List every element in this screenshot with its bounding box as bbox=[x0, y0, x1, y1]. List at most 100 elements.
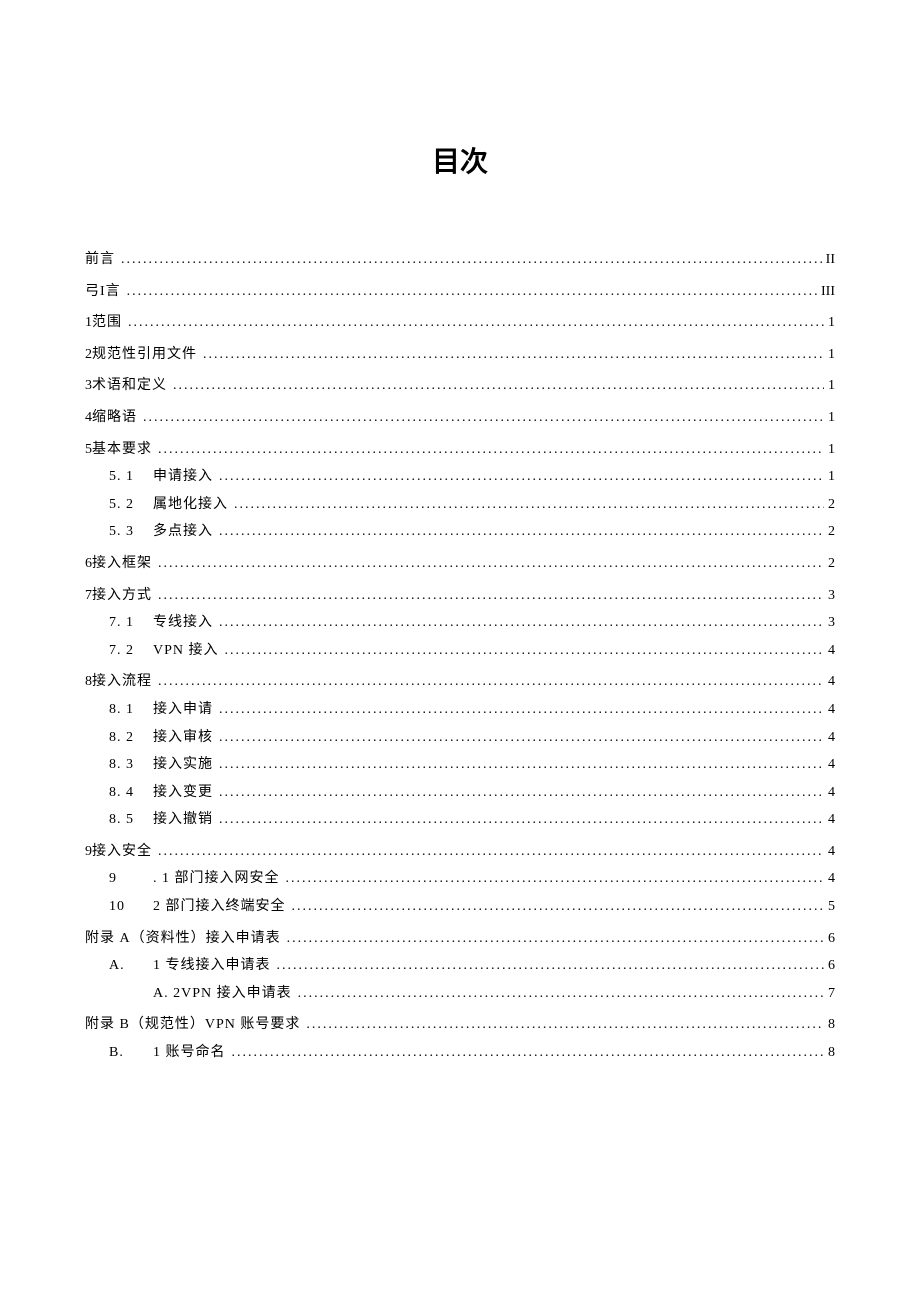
toc-entry-number: B. bbox=[109, 1043, 153, 1063]
toc-entry-label: 接入实施 bbox=[153, 755, 219, 775]
toc-entry-label: 申请接入 bbox=[153, 467, 219, 487]
toc-entry-label: 范围 bbox=[92, 313, 128, 333]
toc-entry-number: 6 bbox=[85, 554, 92, 574]
toc-entry-page: 4 bbox=[824, 783, 835, 803]
toc-entry-page: 4 bbox=[824, 641, 835, 661]
toc-entry: 9 . 1 部门接入网安全 4 bbox=[85, 869, 835, 889]
toc-entry-label: 附录 A（资料性）接入申请表 bbox=[85, 929, 287, 949]
toc-entry-label: 规范性引用文件 bbox=[92, 345, 203, 365]
document-page: 目次 前言 II弓I言 III1 范围 12 规范性引用文件 13 术语和定义 … bbox=[0, 0, 920, 1063]
toc-entry-label: 1 账号命名 bbox=[153, 1043, 232, 1063]
toc-dots-leader bbox=[219, 783, 824, 803]
toc-entry-page: 1 bbox=[824, 376, 835, 396]
toc-entry-label: 接入框架 bbox=[92, 554, 158, 574]
toc-entry-number: 3 bbox=[85, 376, 92, 396]
toc-entry-page: 2 bbox=[824, 522, 835, 542]
toc-entry-number: 4 bbox=[85, 408, 92, 428]
toc-entry: 8. 5 接入撤销 4 bbox=[85, 810, 835, 830]
toc-entry-number: 9 bbox=[85, 842, 92, 862]
page-title: 目次 bbox=[85, 140, 835, 180]
toc-entry-label: 多点接入 bbox=[153, 522, 219, 542]
toc-entry: 6 接入框架 2 bbox=[85, 554, 835, 574]
toc-entry-page: 7 bbox=[824, 984, 835, 1004]
toc-entry: 8 接入流程 4 bbox=[85, 672, 835, 692]
toc-dots-leader bbox=[128, 313, 824, 333]
toc-entry-label: 附录 B（规范性）VPN 账号要求 bbox=[85, 1015, 306, 1035]
toc-entry-label: VPN 接入 bbox=[153, 641, 225, 661]
toc-dots-leader bbox=[158, 586, 824, 606]
toc-entry: 附录 B（规范性）VPN 账号要求 8 bbox=[85, 1015, 835, 1035]
toc-entry-number: 8. 2 bbox=[109, 728, 153, 748]
toc-dots-leader bbox=[286, 869, 825, 889]
toc-entry: 7 接入方式 3 bbox=[85, 586, 835, 606]
toc-entry: A. 1 专线接入申请表 6 bbox=[85, 956, 835, 976]
toc-entry-label: 缩略语 bbox=[92, 408, 143, 428]
toc-entry: 10 2 部门接入终端安全 5 bbox=[85, 897, 835, 917]
toc-dots-leader bbox=[127, 282, 817, 302]
toc-dots-leader bbox=[219, 728, 824, 748]
toc-entry-number: 9 bbox=[109, 869, 153, 889]
toc-entry-number: 2 bbox=[85, 345, 92, 365]
toc-dots-leader bbox=[158, 672, 824, 692]
toc-entry: 4 缩略语 1 bbox=[85, 408, 835, 428]
toc-entry-page: 1 bbox=[824, 440, 835, 460]
toc-entry: B. 1 账号命名 8 bbox=[85, 1043, 835, 1063]
toc-entry-label: 接入撤销 bbox=[153, 810, 219, 830]
toc-entry: 7. 2 VPN 接入 4 bbox=[85, 641, 835, 661]
toc-entry-page: 5 bbox=[824, 897, 835, 917]
toc-entry-label: 弓I言 bbox=[85, 282, 127, 302]
toc-entry-number: A. bbox=[109, 956, 153, 976]
toc-entry-label: 接入流程 bbox=[92, 672, 158, 692]
toc-entry: 9 接入安全 4 bbox=[85, 842, 835, 862]
toc-entry-page: 4 bbox=[824, 869, 835, 889]
toc-entry-label: 2 部门接入终端安全 bbox=[153, 897, 292, 917]
toc-entry-page: 6 bbox=[824, 956, 835, 976]
toc-entry: 8. 1 接入申请 4 bbox=[85, 700, 835, 720]
toc-entry-number: 1 bbox=[85, 313, 92, 333]
toc-entry: 5. 1 申请接入 1 bbox=[85, 467, 835, 487]
toc-dots-leader bbox=[158, 554, 824, 574]
toc-entry-number: 8. 3 bbox=[109, 755, 153, 775]
toc-entry-page: 2 bbox=[824, 495, 835, 515]
toc-dots-leader bbox=[219, 613, 824, 633]
toc-dots-leader bbox=[219, 467, 824, 487]
toc-entry-label: 术语和定义 bbox=[92, 376, 173, 396]
toc-dots-leader bbox=[173, 376, 824, 396]
toc-entry-number: 8. 1 bbox=[109, 700, 153, 720]
toc-entry-page: 4 bbox=[824, 810, 835, 830]
toc-entry-number: 8. 4 bbox=[109, 783, 153, 803]
toc-entry-label: 1 专线接入申请表 bbox=[153, 956, 277, 976]
toc-entry-number: 5. 1 bbox=[109, 467, 153, 487]
toc-entry-number: 10 bbox=[109, 897, 153, 917]
toc-entry-page: 8 bbox=[824, 1015, 835, 1035]
toc-entry-number: 8 bbox=[85, 672, 92, 692]
toc-dots-leader bbox=[158, 440, 824, 460]
toc-dots-leader bbox=[277, 956, 825, 976]
toc-entry: 3 术语和定义 1 bbox=[85, 376, 835, 396]
toc-entry-label: 接入申请 bbox=[153, 700, 219, 720]
toc-entry: 8. 3 接入实施 4 bbox=[85, 755, 835, 775]
toc-dots-leader bbox=[225, 641, 824, 661]
toc-entry: 2 规范性引用文件 1 bbox=[85, 345, 835, 365]
toc-entry-page: 1 bbox=[824, 345, 835, 365]
table-of-contents: 前言 II弓I言 III1 范围 12 规范性引用文件 13 术语和定义 14 … bbox=[85, 250, 835, 1063]
toc-entry-page: 4 bbox=[824, 672, 835, 692]
toc-entry-label: 专线接入 bbox=[153, 613, 219, 633]
toc-entry-label: . 1 部门接入网安全 bbox=[153, 869, 286, 889]
toc-entry: 8. 2 接入审核 4 bbox=[85, 728, 835, 748]
toc-entry-page: 4 bbox=[824, 700, 835, 720]
toc-dots-leader bbox=[298, 984, 824, 1004]
toc-entry-label: 基本要求 bbox=[92, 440, 158, 460]
toc-entry-page: 3 bbox=[824, 613, 835, 633]
toc-entry-page: 4 bbox=[824, 755, 835, 775]
toc-entry-page: 4 bbox=[824, 842, 835, 862]
toc-dots-leader bbox=[219, 810, 824, 830]
toc-entry-label: A. 2VPN 接入申请表 bbox=[153, 984, 298, 1004]
toc-entry-number: 7. 1 bbox=[109, 613, 153, 633]
toc-entry-label: 接入变更 bbox=[153, 783, 219, 803]
toc-entry-label: 属地化接入 bbox=[153, 495, 234, 515]
toc-entry-page: 1 bbox=[824, 467, 835, 487]
toc-entry-number: 8. 5 bbox=[109, 810, 153, 830]
toc-dots-leader bbox=[219, 522, 824, 542]
toc-entry: 弓I言 III bbox=[85, 282, 835, 302]
